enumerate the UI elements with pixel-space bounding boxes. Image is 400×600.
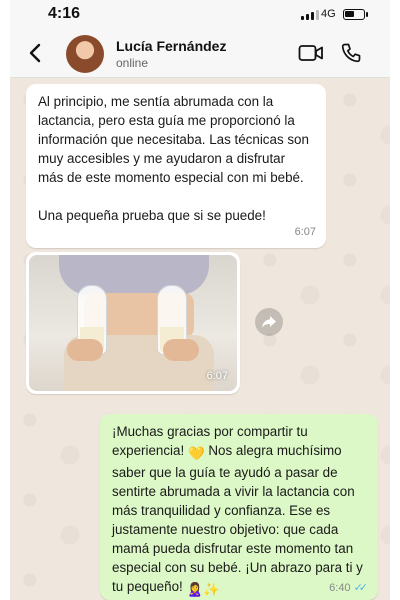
signal-icon (301, 10, 319, 20)
message-meta: 6:40 ✓✓ (329, 579, 368, 598)
yellow-heart-emoji: 💛 (187, 446, 205, 461)
message-text: Nos alegra muchísimo saber que la guía t… (112, 443, 363, 594)
battery-icon (343, 9, 368, 20)
chat-screen: 4:16 4G Lucía Fernández online Al princi… (10, 0, 390, 600)
incoming-message[interactable]: Al principio, me sentía abrumada con la … (26, 84, 326, 248)
network-type: 4G (321, 8, 336, 20)
message-time: 6:07 (294, 226, 316, 238)
avatar[interactable] (66, 35, 104, 73)
video-call-icon[interactable] (298, 43, 324, 63)
message-text: Una pequeña prueba que si se puede! (38, 208, 266, 223)
contact-name[interactable]: Lucía Fernández (116, 38, 226, 54)
message-text: Al principio, me sentía abrumada con la … (38, 94, 309, 185)
message-time: 6:40 (329, 582, 351, 594)
person-sparkles-emoji: 🙎‍♀️✨ (186, 582, 220, 597)
contact-status: online (116, 56, 149, 70)
status-bar: 4:16 4G (10, 0, 390, 30)
message-time: 6:07 (206, 370, 228, 382)
outgoing-message[interactable]: ¡Muchas gracias por compartir tu experie… (100, 414, 378, 600)
forward-icon[interactable] (255, 308, 283, 336)
chat-header: Lucía Fernández online (10, 30, 390, 78)
incoming-image-message[interactable]: 6:07 (26, 252, 240, 394)
read-receipt-icon: ✓✓ (353, 582, 369, 594)
photo-hand-right (163, 339, 199, 361)
voice-call-icon[interactable] (340, 42, 362, 64)
status-time: 4:16 (48, 5, 81, 22)
photo-hand-left (67, 339, 103, 361)
back-icon[interactable] (26, 41, 46, 65)
